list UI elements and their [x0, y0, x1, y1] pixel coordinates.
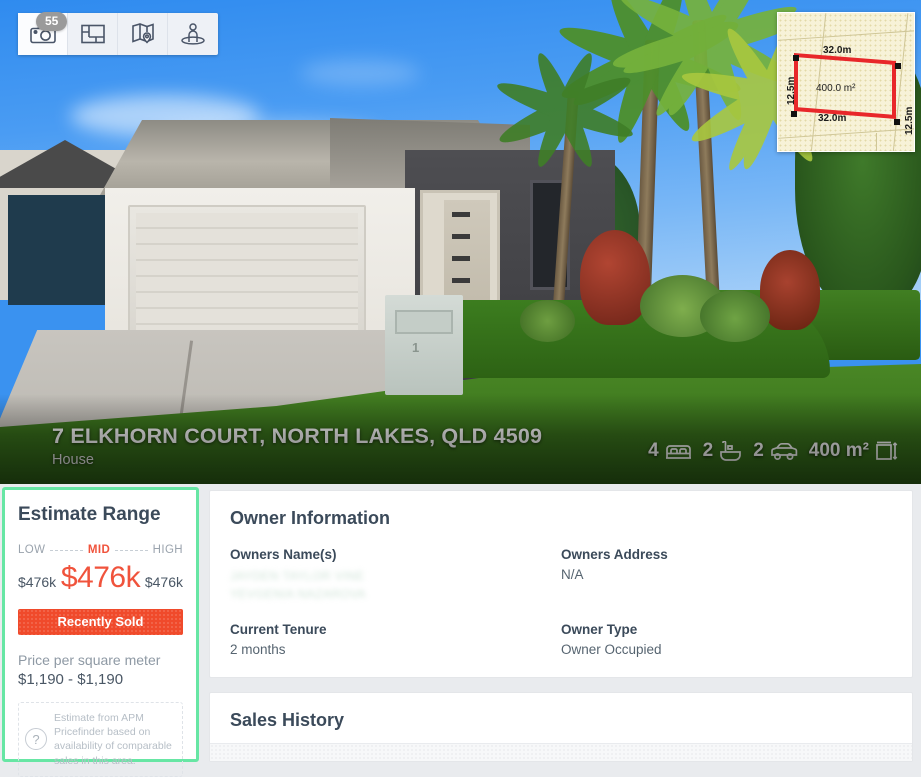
shrub	[520, 300, 575, 342]
letterbox-number: 1	[412, 340, 420, 355]
sales-history-card: Sales History	[209, 692, 913, 762]
owner-information-card: Owner Information Owners Name(s) JAYDEN …	[209, 490, 913, 678]
question-mark-icon[interactable]: ?	[25, 728, 47, 751]
site-plan-thumbnail[interactable]: 32.0m 32.0m 12.5m 12.5m 400.0 m²	[777, 12, 915, 152]
media-tab-floorplan[interactable]	[68, 13, 118, 55]
estimate-high-label: HIGH	[152, 544, 184, 556]
sales-history-title: Sales History	[230, 710, 345, 730]
floorplan-icon	[80, 24, 105, 44]
estimate-range-values: $476k $476k $476k	[18, 561, 183, 595]
owner-information-title: Owner Information	[230, 508, 391, 528]
estimate-help-box: ? Estimate from APM Pricefinder based on…	[18, 702, 183, 777]
range-dash-left	[50, 549, 83, 551]
neighbour-wall	[8, 195, 118, 305]
field-label: Current Tenure	[230, 622, 327, 637]
lot-corner	[791, 111, 797, 117]
estimate-range-title: Estimate Range	[18, 504, 161, 525]
estimate-high-value: $476k	[144, 574, 183, 590]
owner-information-grid: Owners Name(s) JAYDEN TAYLOR VINE YEVGEN…	[230, 547, 892, 657]
lot-dimension-left: 12.5m	[786, 76, 797, 105]
street-view-icon	[180, 23, 206, 45]
map-pin-icon	[131, 23, 155, 45]
field-label: Owner Type	[561, 622, 638, 637]
estimate-range-labels: LOW MID HIGH	[18, 544, 183, 556]
range-dash-right	[115, 549, 148, 551]
field-value: 2 months	[230, 642, 286, 657]
lot-corner	[793, 55, 799, 61]
field-current-tenure: Current Tenure 2 months	[230, 622, 561, 657]
price-per-sqm-value: $1,190 - $1,190	[18, 671, 124, 688]
field-value: Owner Occupied	[561, 642, 662, 657]
cadastre-line	[876, 133, 877, 151]
price-per-sqm-label: Price per square meter	[18, 652, 161, 668]
garage-door	[128, 205, 366, 340]
estimate-low-value: $476k	[18, 574, 57, 590]
field-owner-type: Owner Type Owner Occupied	[561, 622, 892, 657]
left-column: Estimate Range LOW MID HIGH $476k $476k …	[0, 484, 203, 777]
lot-dimension-top: 32.0m	[823, 45, 852, 56]
content-area: Estimate Range LOW MID HIGH $476k $476k …	[0, 484, 921, 777]
lot-dimension-bottom: 32.0m	[818, 113, 847, 124]
field-owners-names: Owners Name(s) JAYDEN TAYLOR VINE YEVGEN…	[230, 547, 561, 603]
shrub	[580, 230, 650, 325]
lot-corner	[894, 119, 900, 125]
estimate-range-card: Estimate Range LOW MID HIGH $476k $476k …	[2, 487, 199, 777]
sales-history-table-header	[210, 743, 912, 761]
estimate-mid-label: MID	[87, 544, 111, 556]
media-tab-street-view[interactable]	[168, 13, 218, 55]
field-value: N/A	[561, 567, 584, 582]
lot-area-label: 400.0 m²	[816, 83, 856, 94]
status-badge: Recently Sold	[18, 609, 183, 635]
field-label: Owners Name(s)	[230, 547, 337, 562]
estimate-help-text: Estimate from APM Pricefinder based on a…	[54, 712, 172, 767]
estimate-low-label: LOW	[18, 544, 46, 556]
field-value-redacted: JAYDEN TAYLOR VINE YEVGENIA NAZAROVA	[230, 569, 366, 601]
shrub	[700, 290, 770, 342]
estimate-mid-value: $476k	[60, 561, 141, 594]
field-label: Owners Address	[561, 547, 668, 562]
lot-dimension-right: 12.5m	[904, 106, 915, 135]
property-hero: 1 55 32.0m 32.0m 12.5m 12.5m 400.0 m²	[0, 0, 921, 484]
field-owners-address: Owners Address N/A	[561, 547, 892, 603]
media-toolbar[interactable]: 55	[18, 12, 218, 55]
photo-count-badge: 55	[36, 12, 68, 31]
lot-corner	[895, 63, 901, 69]
cloud	[300, 60, 420, 86]
right-column: Owner Information Owners Name(s) JAYDEN …	[203, 484, 921, 762]
letterbox-slot	[395, 310, 453, 334]
media-tab-map[interactable]	[118, 13, 168, 55]
address-overlay	[0, 394, 921, 484]
